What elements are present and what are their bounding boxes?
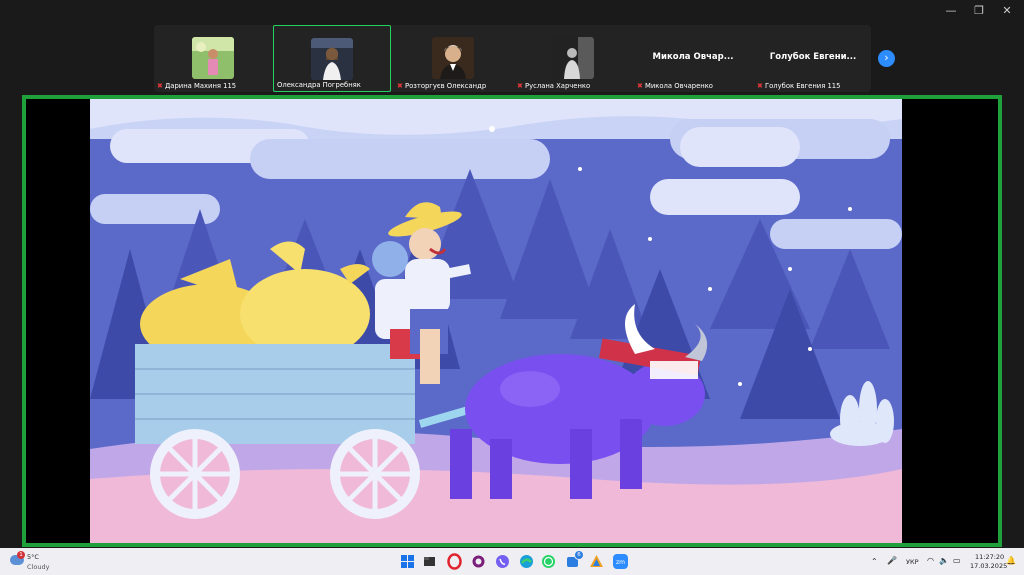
participant-display-name: Голубок Евгени... (769, 52, 857, 62)
mic-muted-icon: ✖ (637, 81, 643, 90)
opera-browser-icon[interactable] (446, 553, 463, 570)
participant-display-name: Микола Овчар... (652, 52, 734, 62)
participant-name: Дарина Махиня 115 (165, 82, 237, 90)
participant-tile[interactable]: ✖ Дарина Махиня 115 (154, 25, 272, 92)
store-icon[interactable]: 6 (564, 550, 584, 570)
participant-name: Руслана Харченко (525, 82, 591, 90)
participant-name: Голубок Евгения 115 (765, 82, 841, 90)
participant-video (552, 37, 594, 79)
windows-start-icon[interactable] (399, 553, 416, 570)
mic-muted-icon: ✖ (757, 81, 763, 90)
participant-name: Розторгуєв Олександр (405, 82, 487, 90)
chevron-up-icon[interactable]: ⌃ (871, 557, 878, 566)
weather-desc: Cloudy (27, 563, 50, 571)
participant-tile[interactable]: ✖ Руслана Харченко (514, 25, 632, 92)
participant-video (432, 37, 474, 79)
store-badge: 6 (574, 550, 584, 560)
participant-tile[interactable]: Голубок Евгени... ✖ Голубок Евгения 115 (754, 25, 872, 92)
participant-name: Микола Овчаренко (645, 82, 713, 90)
microphone-icon[interactable]: 🎤 (887, 556, 897, 565)
window-controls: — ❐ ✕ (940, 4, 1018, 18)
shared-illustration (90, 99, 902, 543)
participant-label: ✖ Розторгуєв Олександр (397, 82, 486, 90)
participant-label: Олександра Погребняк (277, 81, 361, 89)
participant-video (192, 37, 234, 79)
clock-time[interactable]: 11:27:20 (975, 553, 1004, 561)
participant-label: ✖ Голубок Евгения 115 (757, 82, 840, 90)
app-icon[interactable] (588, 553, 605, 570)
minimize-icon[interactable]: — (940, 4, 962, 18)
next-page-button[interactable]: › (878, 50, 895, 67)
close-icon[interactable]: ✕ (996, 4, 1018, 18)
volume-icon[interactable]: 🔈 (939, 556, 949, 565)
clock-date[interactable]: 17.03.2025 (970, 562, 1007, 570)
notification-badge: 1 (17, 551, 25, 559)
edge-browser-icon[interactable] (518, 553, 535, 570)
zoom-icon[interactable]: zm (612, 553, 629, 570)
participant-video (311, 38, 353, 80)
taskbar: 1 5°C Cloudy 6 zm ⌃ 🎤 УКР ◠ 🔈 ▭ 11:27:20… (0, 548, 1024, 575)
restore-icon[interactable]: ❐ (968, 4, 990, 18)
weather-temp: 5°C (27, 553, 39, 561)
browser-icon[interactable] (470, 553, 487, 570)
mic-muted-icon: ✖ (157, 81, 163, 90)
battery-icon[interactable]: ▭ (953, 556, 961, 565)
participant-label: ✖ Руслана Харченко (517, 82, 590, 90)
shared-screen[interactable] (22, 95, 1002, 547)
chevron-right-icon: › (884, 51, 889, 64)
participant-tile[interactable]: ✖ Розторгуєв Олександр (394, 25, 512, 92)
mic-muted-icon: ✖ (517, 81, 523, 90)
svg-text:zm: zm (616, 559, 625, 566)
notification-bell-icon[interactable]: 🔔 (1006, 556, 1016, 565)
mic-muted-icon: ✖ (397, 81, 403, 90)
whatsapp-icon[interactable] (540, 553, 557, 570)
file-explorer-icon[interactable] (421, 553, 438, 570)
viber-icon[interactable] (494, 553, 511, 570)
language-indicator[interactable]: УКР (906, 558, 919, 566)
wifi-icon[interactable]: ◠ (927, 556, 934, 565)
participant-label: ✖ Дарина Махиня 115 (157, 82, 236, 90)
participant-tile[interactable]: Микола Овчар... ✖ Микола Овчаренко (634, 25, 752, 92)
participant-name: Олександра Погребняк (277, 81, 361, 89)
participant-tile-active[interactable]: Олександра Погребняк (273, 25, 391, 92)
participant-label: ✖ Микола Овчаренко (637, 82, 713, 90)
participant-strip: ✖ Дарина Махиня 115 Олександра Погребняк (154, 25, 871, 92)
